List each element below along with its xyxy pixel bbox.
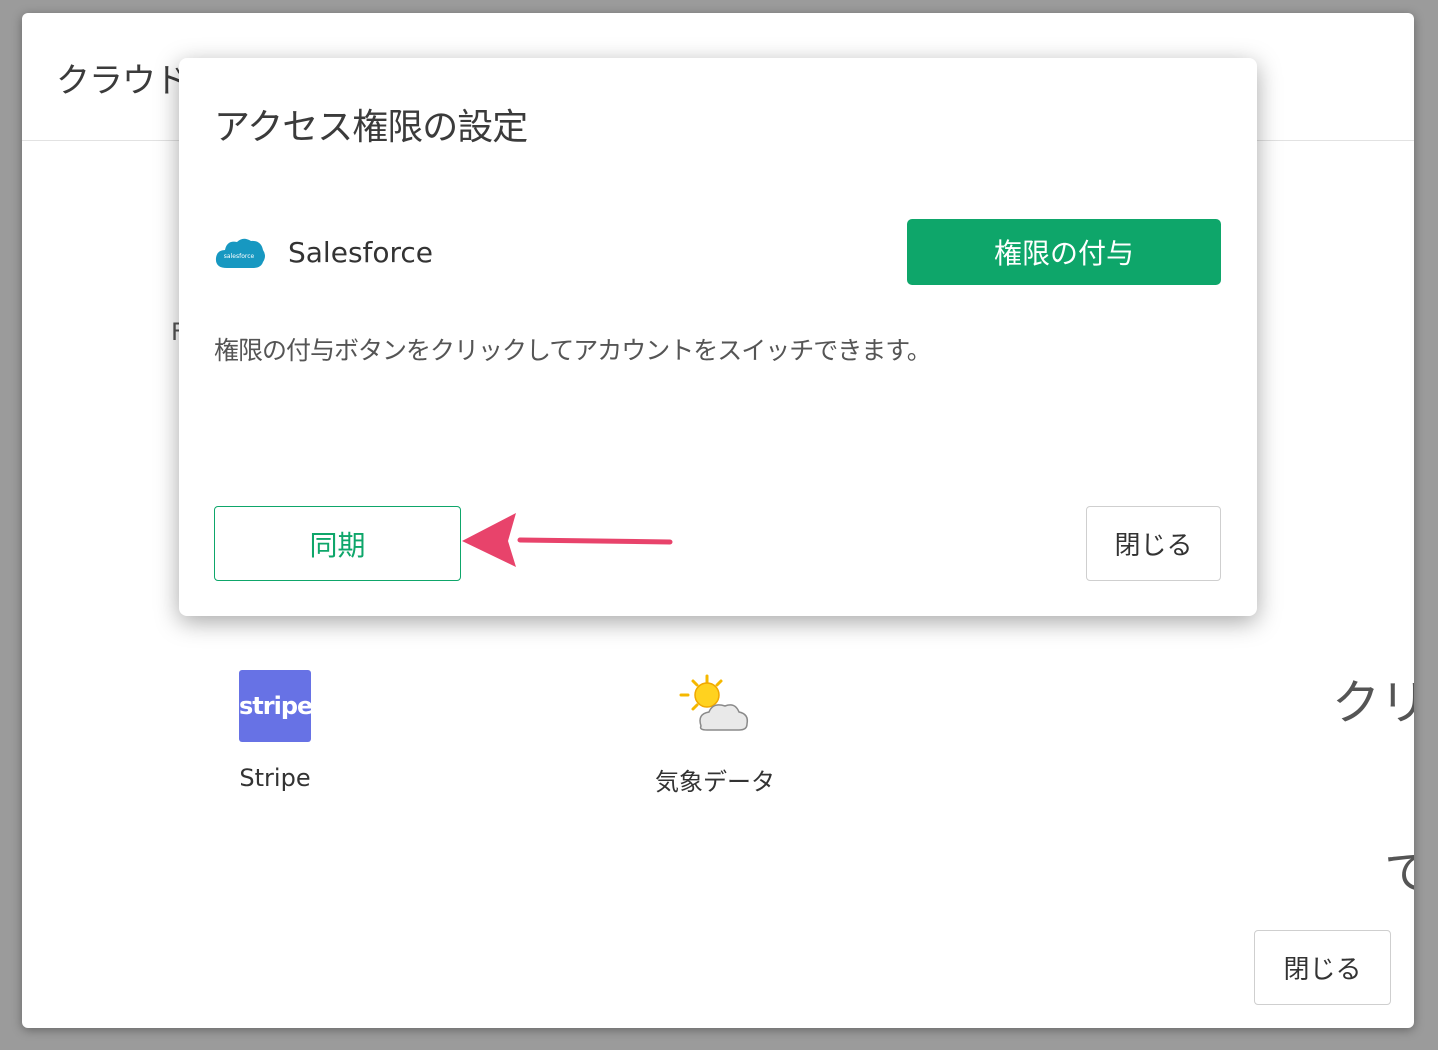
outer-edge-text-1: クリ	[1331, 675, 1414, 731]
sync-button[interactable]: 同期	[214, 506, 461, 581]
access-permission-modal: アクセス権限の設定 salesforce Salesforce 権限の付与 権限…	[179, 58, 1257, 616]
grant-permission-button[interactable]: 権限の付与	[907, 219, 1221, 285]
provider-name: Salesforce	[288, 236, 434, 269]
modal-close-button[interactable]: 閉じる	[1086, 506, 1221, 581]
outer-close-button[interactable]: 閉じる	[1254, 930, 1391, 1005]
service-card-weather[interactable]: 気象データ	[615, 670, 815, 797]
weather-sun-cloud-icon	[679, 674, 749, 731]
salesforce-cloud-logo: salesforce	[215, 238, 265, 268]
service-card-stripe[interactable]: stripe Stripe	[175, 670, 375, 792]
stripe-logo: stripe	[239, 670, 313, 742]
modal-title: アクセス権限の設定	[214, 107, 528, 148]
modal-description: 権限の付与ボタンをクリックしてアカウントをスイッチできます。	[214, 336, 932, 365]
service-label-stripe: Stripe	[239, 764, 311, 792]
salesforce-logo-text: salesforce	[224, 253, 255, 260]
service-label-weather: 気象データ	[655, 768, 775, 796]
outer-edge-text-2: て	[1383, 845, 1414, 901]
annotation-arrow-icon	[462, 513, 673, 567]
